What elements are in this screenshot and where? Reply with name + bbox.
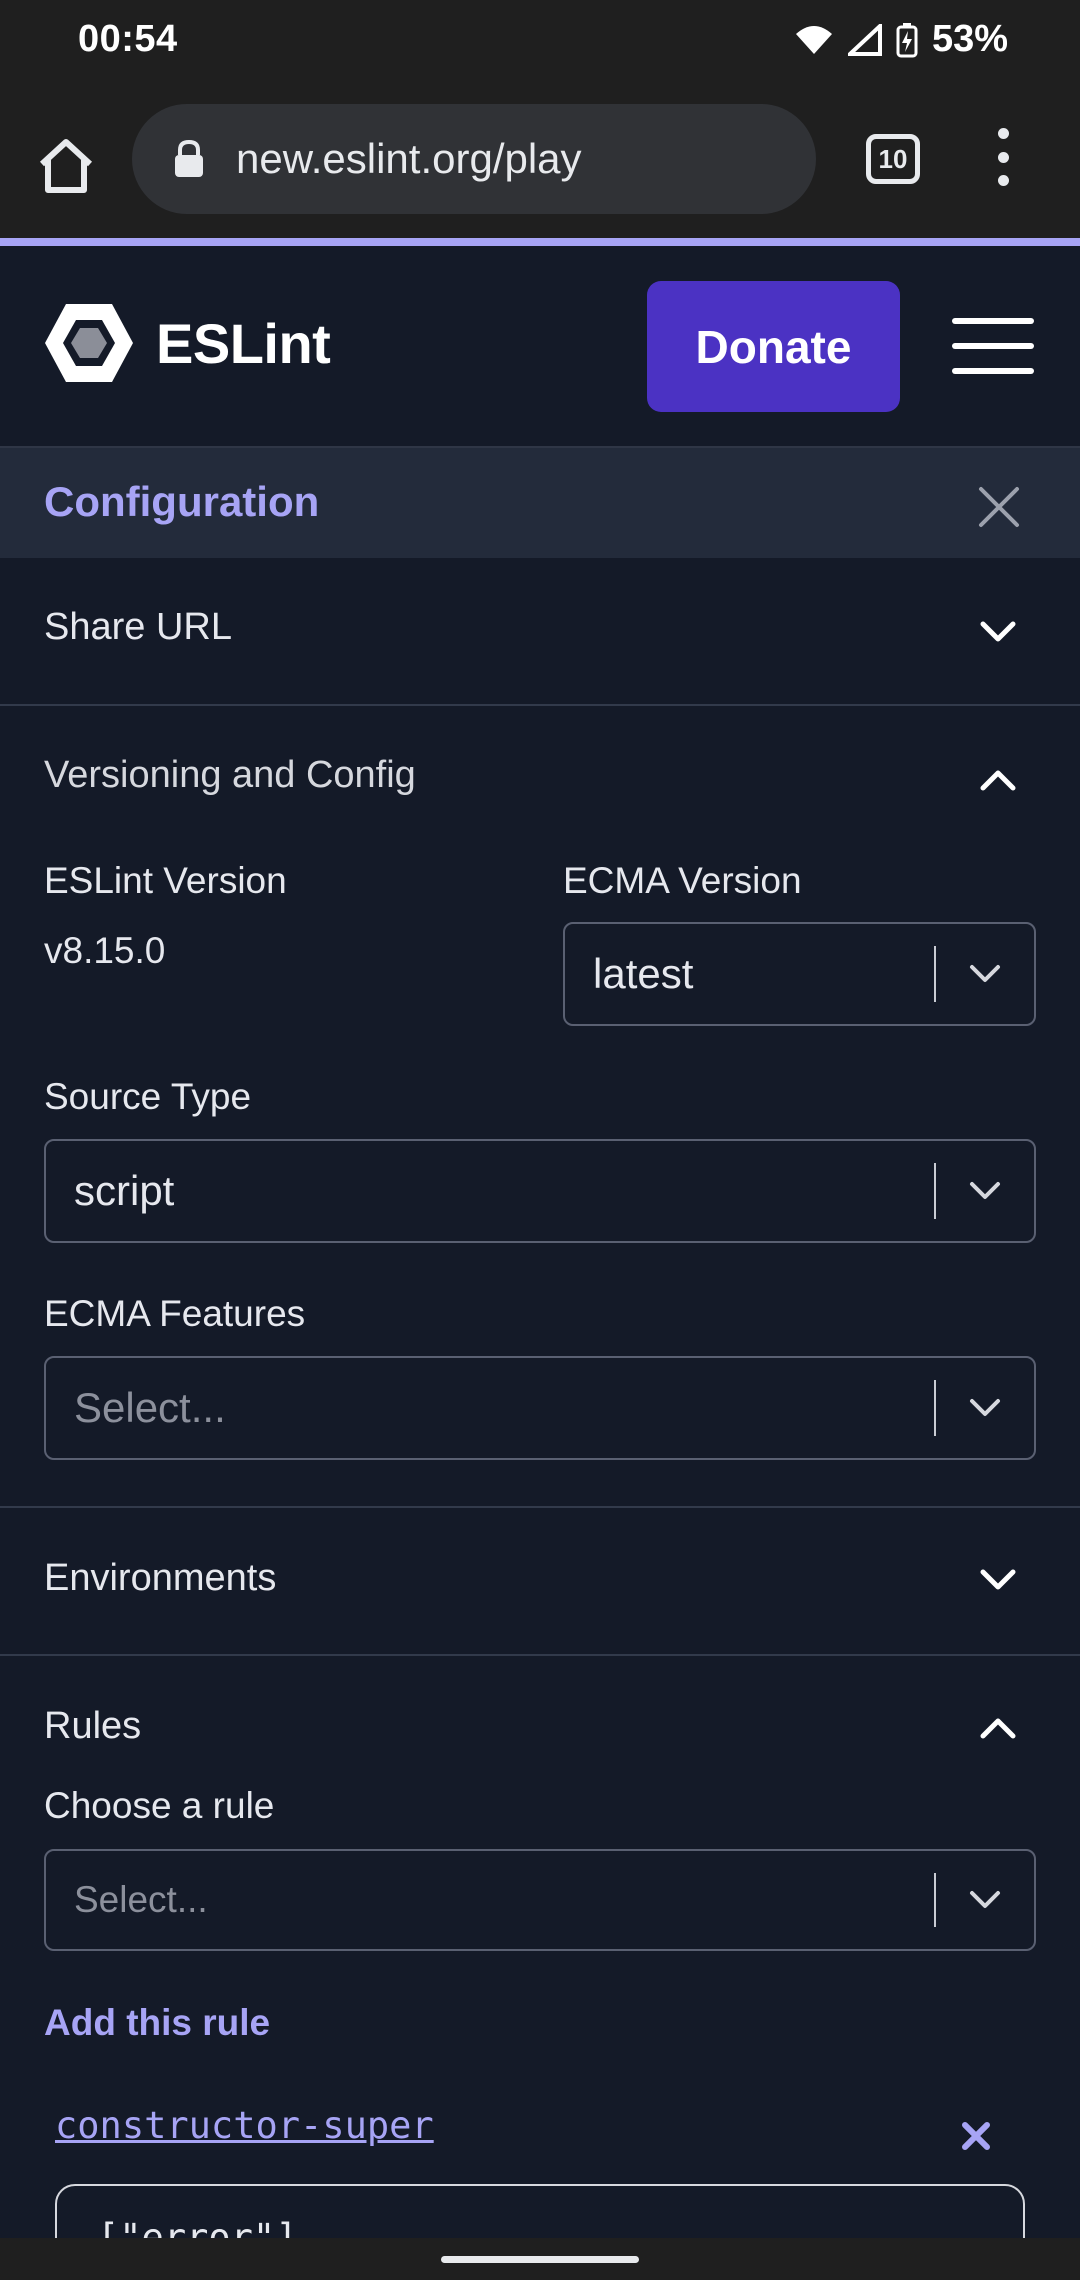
- chevron-down-icon: [970, 965, 1000, 982]
- configuration-title: Configuration: [44, 478, 320, 525]
- eslint-version-label: ESLint Version: [44, 860, 287, 901]
- battery-percent: 53%: [931, 18, 1008, 60]
- rule-link-constructor-super[interactable]: constructor-super: [55, 2104, 434, 2147]
- tab-switcher-button[interactable]: 10: [866, 134, 920, 184]
- site-header: ESLint Donate: [0, 246, 1080, 448]
- section-rules[interactable]: Rules: [44, 1705, 141, 1748]
- chevron-down-icon: [970, 1399, 1000, 1416]
- choose-rule-placeholder: Select...: [74, 1879, 208, 1920]
- donate-button[interactable]: Donate: [647, 281, 900, 412]
- chevron-up-icon[interactable]: [978, 1714, 1018, 1742]
- divider: [0, 1506, 1080, 1508]
- ecma-version-label: ECMA Version: [563, 860, 802, 901]
- address-bar[interactable]: new.eslint.org/play: [132, 104, 816, 214]
- chevron-down-icon: [970, 1182, 1000, 1199]
- ecma-features-select[interactable]: Select...: [44, 1356, 1036, 1460]
- add-rule-button[interactable]: Add this rule: [44, 2002, 270, 2044]
- signal-icon: [847, 23, 882, 56]
- system-navigation-bar: [0, 2238, 1080, 2280]
- chevron-down-icon[interactable]: [978, 1566, 1018, 1594]
- choose-rule-label: Choose a rule: [44, 1785, 275, 1826]
- choose-rule-select[interactable]: Select...: [44, 1849, 1036, 1951]
- url-text: new.eslint.org/play: [236, 135, 582, 182]
- ecma-version-value: latest: [593, 950, 694, 997]
- ecma-version-select[interactable]: latest: [563, 922, 1036, 1026]
- chevron-down-icon: [970, 1891, 1000, 1908]
- eslint-hexagon-icon: [45, 304, 133, 382]
- select-separator: [934, 946, 936, 1002]
- eslint-version-value: v8.15.0: [44, 930, 166, 971]
- chevron-up-icon[interactable]: [978, 766, 1018, 794]
- home-gesture-handle[interactable]: [441, 2256, 639, 2263]
- divider: [0, 1654, 1080, 1656]
- home-icon[interactable]: [34, 134, 98, 198]
- source-type-label: Source Type: [44, 1076, 252, 1117]
- configuration-header: Configuration: [0, 448, 1080, 558]
- ecma-features-label: ECMA Features: [44, 1293, 306, 1334]
- menu-hamburger-icon[interactable]: [952, 318, 1034, 374]
- close-icon[interactable]: [978, 486, 1020, 528]
- ecma-features-placeholder: Select...: [74, 1384, 226, 1431]
- accent-line: [0, 238, 1080, 246]
- status-time: 00:54: [78, 18, 178, 60]
- select-separator: [934, 1380, 936, 1436]
- browser-toolbar: new.eslint.org/play 10: [0, 84, 1080, 238]
- source-type-value: script: [74, 1167, 175, 1214]
- divider: [0, 704, 1080, 706]
- eslint-logo[interactable]: ESLint: [44, 302, 331, 384]
- status-bar: 00:54 53%: [0, 0, 1080, 84]
- remove-rule-icon[interactable]: [960, 2120, 992, 2152]
- select-separator: [934, 1163, 936, 1219]
- source-type-select[interactable]: script: [44, 1139, 1036, 1243]
- wifi-icon: [795, 25, 832, 54]
- status-icons: 53%: [794, 18, 1008, 61]
- chevron-down-icon[interactable]: [978, 618, 1018, 646]
- lock-icon: [175, 139, 203, 177]
- select-separator: [934, 1873, 936, 1927]
- section-versioning[interactable]: Versioning and Config: [44, 754, 416, 797]
- section-share-url[interactable]: Share URL: [44, 606, 232, 649]
- more-options-icon[interactable]: [988, 122, 1018, 192]
- logo-text: ESLint: [156, 311, 331, 375]
- section-environments[interactable]: Environments: [44, 1557, 276, 1600]
- battery-charging-icon: [896, 22, 918, 57]
